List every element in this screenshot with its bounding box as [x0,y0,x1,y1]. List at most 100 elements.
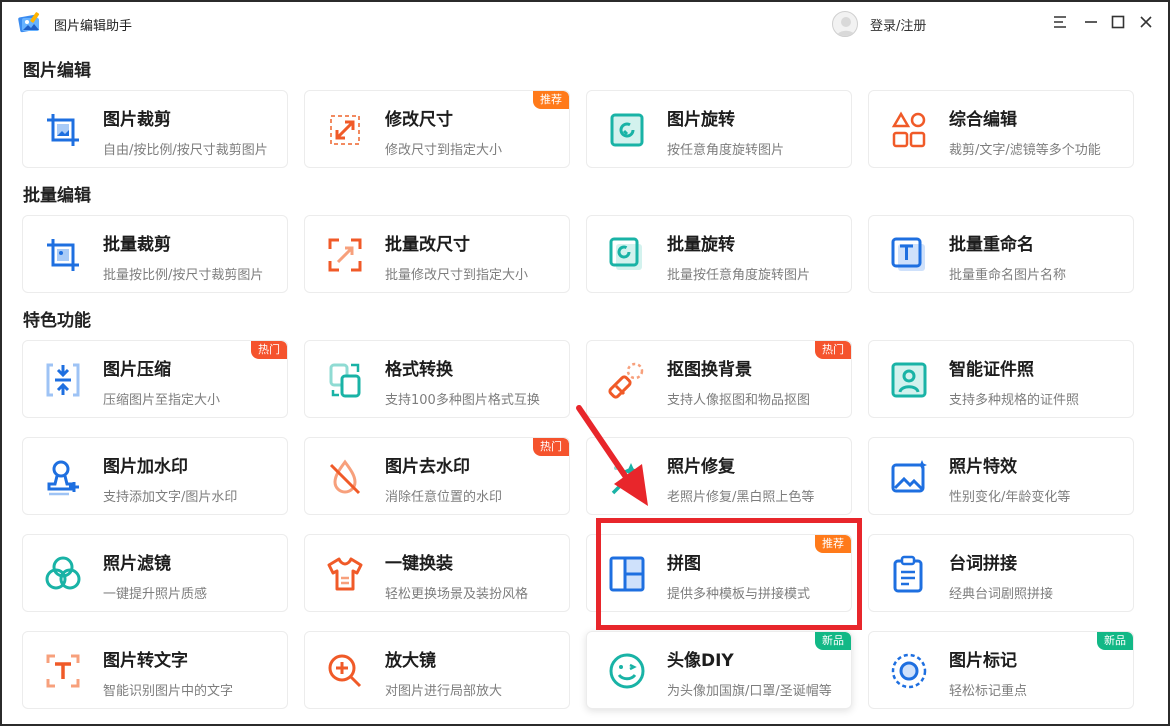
card-desc: 为头像加国旗/口罩/圣诞帽等 [667,684,832,699]
card-batch-crop[interactable]: 批量裁剪 批量按比例/按尺寸裁剪图片 [22,215,288,293]
card-desc: 自由/按比例/按尺寸裁剪图片 [103,143,268,158]
magnifier-icon [325,651,365,691]
card-title: 抠图换背景 [667,360,752,380]
rotate-icon [607,110,647,150]
recommend-badge: 推荐 [533,91,569,109]
marker-icon [889,651,929,691]
new-badge: 新品 [815,632,851,650]
card-desc: 一键提升照片质感 [103,587,208,602]
card-rotate[interactable]: 图片旋转 按任意角度旋转图片 [586,90,852,168]
card-desc: 性别变化/年龄变化等 [949,490,1071,505]
card-desc: 消除任意位置的水印 [385,490,503,505]
card-desc: 修改尺寸到指定大小 [385,143,503,158]
card-avatar-diy[interactable]: 头像DIY 为头像加国旗/口罩/圣诞帽等 新品 [586,631,852,709]
card-title: 照片特效 [949,457,1017,477]
card-title: 头像DIY [667,651,734,671]
hot-badge: 热门 [533,438,569,456]
card-desc: 压缩图片至指定大小 [103,393,221,408]
card-image-to-text[interactable]: 图片转文字 智能识别图片中的文字 [22,631,288,709]
card-title: 批量裁剪 [103,235,171,255]
card-title: 智能证件照 [949,360,1034,380]
card-desc: 对图片进行局部放大 [385,684,503,699]
card-desc: 支持添加文字/图片水印 [103,490,238,505]
cutout-icon [607,360,647,400]
login-register-link[interactable]: 登录/注册 [870,15,926,34]
card-desc: 轻松标记重点 [949,684,1028,699]
rename-icon [889,235,929,275]
card-title: 批量重命名 [949,235,1034,255]
card-desc: 批量按比例/按尺寸裁剪图片 [103,268,264,283]
card-desc: 批量按任意角度旋转图片 [667,268,811,283]
card-outfit-change[interactable]: 一键换装 轻松更换场景及装扮风格 [304,534,570,612]
clipboard-icon [889,554,929,594]
card-desc: 支持多种规格的证件照 [949,393,1080,408]
card-remove-watermark[interactable]: 图片去水印 消除任意位置的水印 热门 [304,437,570,515]
card-magnifier[interactable]: 放大镜 对图片进行局部放大 [304,631,570,709]
card-title: 图片裁剪 [103,110,171,130]
card-desc: 批量修改尺寸到指定大小 [385,268,529,283]
section-title-features: 特色功能 [23,311,91,331]
section-title-batch-edit: 批量编辑 [23,186,91,206]
card-desc: 裁剪/文字/滤镜等多个功能 [949,143,1101,158]
menu-icon[interactable] [1050,12,1070,32]
card-batch-rotate[interactable]: 批量旋转 批量按任意角度旋转图片 [586,215,852,293]
card-photo-effects[interactable]: 照片特效 性别变化/年龄变化等 [868,437,1134,515]
app-window: 图片编辑助手 登录/注册 图片编辑 批量编辑 特色功能 图片裁剪 自由/按比例/… [0,0,1170,726]
filter-icon [43,554,83,594]
card-title: 图片转文字 [103,651,188,671]
resize-icon [325,110,365,150]
card-add-watermark[interactable]: 图片加水印 支持添加文字/图片水印 [22,437,288,515]
card-title: 综合编辑 [949,110,1017,130]
id-photo-icon [889,360,929,400]
app-logo-icon [16,11,42,35]
card-image-mark[interactable]: 图片标记 轻松标记重点 新品 [868,631,1134,709]
card-desc: 按任意角度旋转图片 [667,143,785,158]
card-desc: 支持人像抠图和物品抠图 [667,393,811,408]
batch-crop-icon [43,235,83,275]
card-resize[interactable]: 修改尺寸 修改尺寸到指定大小 推荐 [304,90,570,168]
convert-icon [325,360,365,400]
ocr-icon [43,651,83,691]
title-bar: 图片编辑助手 登录/注册 [2,2,1168,44]
card-title: 图片旋转 [667,110,735,130]
maximize-icon[interactable] [1108,12,1128,32]
card-desc: 经典台词剧照拼接 [949,587,1054,602]
card-format-convert[interactable]: 格式转换 支持100多种图片格式互换 [304,340,570,418]
card-photo-filter[interactable]: 照片滤镜 一键提升照片质感 [22,534,288,612]
hot-badge: 热门 [251,341,287,359]
add-watermark-icon [43,457,83,497]
card-desc: 支持100多种图片格式互换 [385,393,540,408]
minimize-icon[interactable] [1081,12,1101,32]
card-compress[interactable]: 图片压缩 压缩图片至指定大小 热门 [22,340,288,418]
card-desc: 智能识别图片中的文字 [103,684,234,699]
card-batch-rename[interactable]: 批量重命名 批量重命名图片名称 [868,215,1134,293]
card-comprehensive-edit[interactable]: 综合编辑 裁剪/文字/滤镜等多个功能 [868,90,1134,168]
card-title: 批量旋转 [667,235,735,255]
card-batch-resize[interactable]: 批量改尺寸 批量修改尺寸到指定大小 [304,215,570,293]
card-title: 台词拼接 [949,554,1017,574]
app-title: 图片编辑助手 [54,19,133,34]
card-title: 批量改尺寸 [385,235,470,255]
section-title-image-edit: 图片编辑 [23,61,91,81]
card-title: 一键换装 [385,554,453,574]
card-title: 照片滤镜 [103,554,171,574]
close-icon[interactable] [1136,12,1156,32]
new-badge: 新品 [1097,632,1133,650]
user-avatar-icon[interactable] [832,11,858,37]
card-line-stitch[interactable]: 台词拼接 经典台词剧照拼接 [868,534,1134,612]
card-desc: 老照片修复/黑白照上色等 [667,490,815,505]
card-title: 图片去水印 [385,457,470,477]
card-id-photo[interactable]: 智能证件照 支持多种规格的证件照 [868,340,1134,418]
shapes-icon [889,110,929,150]
card-title: 格式转换 [385,360,453,380]
hot-badge: 热门 [815,341,851,359]
card-title: 图片标记 [949,651,1017,671]
card-title: 修改尺寸 [385,110,453,130]
compress-icon [43,360,83,400]
card-title: 图片加水印 [103,457,188,477]
crop-icon [43,110,83,150]
card-title: 放大镜 [385,651,436,671]
annotation-highlight-box [596,518,862,630]
card-title: 图片压缩 [103,360,171,380]
card-image-crop[interactable]: 图片裁剪 自由/按比例/按尺寸裁剪图片 [22,90,288,168]
